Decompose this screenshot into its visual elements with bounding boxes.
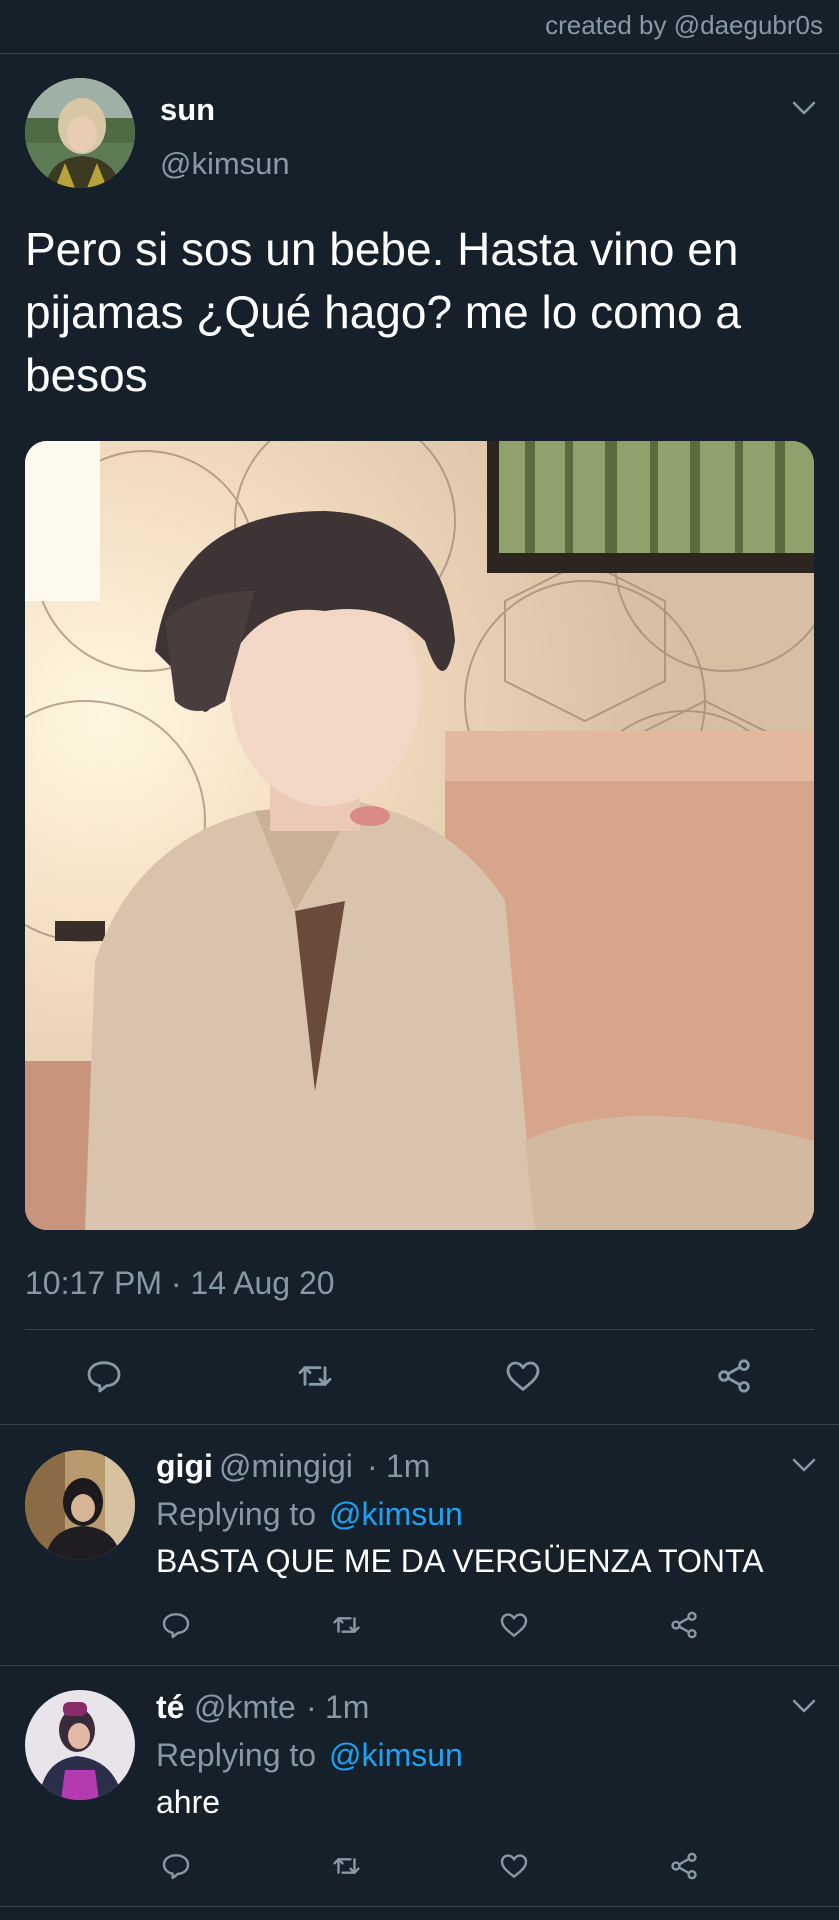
replying-to-label: Replying to — [156, 1737, 317, 1773]
top-divider — [0, 53, 839, 54]
credit-text: created by @daegubr0s — [545, 10, 823, 40]
retweet-icon[interactable] — [293, 1356, 337, 1396]
divider — [0, 1424, 839, 1425]
divider — [25, 1329, 814, 1330]
share-icon[interactable] — [668, 1850, 700, 1882]
reply-handle[interactable]: @mingigi — [219, 1448, 353, 1485]
replying-to-link[interactable]: @kimsun — [329, 1496, 463, 1533]
divider — [0, 1665, 839, 1666]
reply-time[interactable]: 1m — [325, 1689, 369, 1726]
tweet-photo[interactable] — [25, 441, 814, 1230]
reply-display-name[interactable]: gigi — [156, 1448, 213, 1485]
divider — [0, 1906, 839, 1907]
reply-avatar[interactable] — [25, 1450, 135, 1560]
retweet-icon[interactable] — [329, 1609, 364, 1641]
retweet-icon[interactable] — [329, 1850, 364, 1882]
reply-icon[interactable] — [84, 1356, 124, 1396]
reply-text: ahre — [156, 1784, 221, 1820]
tweet-timestamp[interactable]: 10:17 PM · 14 Aug 20 — [25, 1265, 335, 1302]
share-icon[interactable] — [714, 1356, 754, 1396]
separator-dot: · — [367, 1448, 378, 1484]
tweet-text: Pero si sos un bebe. Hasta vino en pijam… — [25, 223, 741, 401]
chevron-down-icon[interactable] — [791, 1698, 817, 1714]
reply-icon[interactable] — [160, 1609, 192, 1641]
chevron-down-icon[interactable] — [791, 100, 817, 116]
like-icon[interactable] — [498, 1850, 530, 1882]
chevron-down-icon[interactable] — [791, 1457, 817, 1473]
reply-handle[interactable]: @kmte — [194, 1689, 296, 1726]
main-avatar[interactable] — [25, 78, 135, 188]
reply-time[interactable]: 1m — [386, 1448, 430, 1485]
separator-dot: · — [306, 1689, 317, 1725]
main-handle[interactable]: @kimsun — [160, 146, 290, 182]
reply-avatar[interactable] — [25, 1690, 135, 1800]
reply-display-name[interactable]: té — [156, 1689, 184, 1726]
main-display-name[interactable]: sun — [160, 92, 215, 128]
share-icon[interactable] — [668, 1609, 700, 1641]
like-icon[interactable] — [498, 1609, 530, 1641]
reply-text: BASTA QUE ME DA VERGÜENZA TONTA — [156, 1543, 764, 1579]
like-icon[interactable] — [503, 1356, 543, 1396]
replying-to-label: Replying to — [156, 1496, 317, 1532]
reply-icon[interactable] — [160, 1850, 192, 1882]
replying-to-link[interactable]: @kimsun — [329, 1737, 463, 1774]
